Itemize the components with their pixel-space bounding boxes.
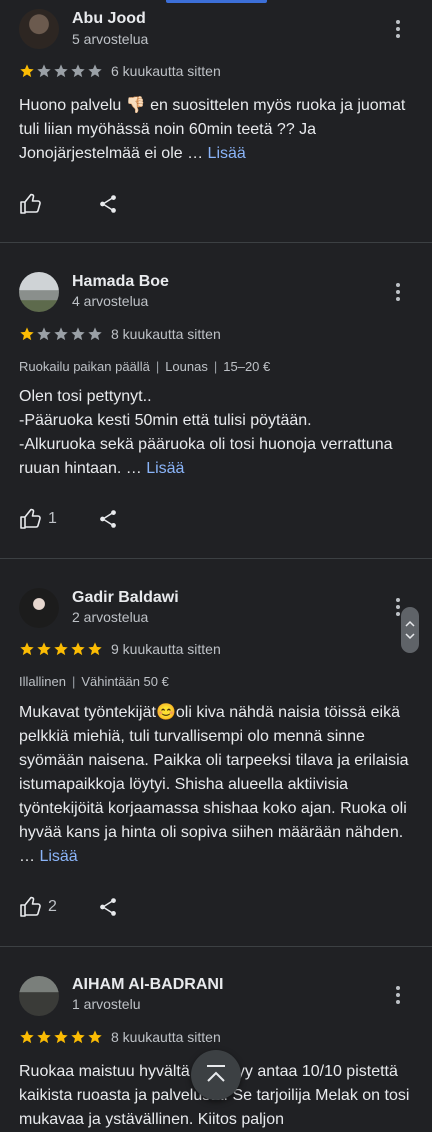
star-icon	[20, 642, 34, 656]
review-text: Huono palvelu 👎🏻 en suosittelen myös ruo…	[19, 94, 419, 166]
star-icon	[71, 327, 85, 341]
meta-separator: |	[213, 359, 218, 374]
divider	[0, 558, 432, 559]
avatar[interactable]	[19, 588, 59, 628]
star-icon	[88, 327, 102, 341]
scroll-to-top-button[interactable]	[191, 1050, 241, 1100]
meta-item: 15–20 €	[223, 359, 271, 374]
meta-item: Lounas	[165, 359, 208, 374]
share-icon[interactable]	[97, 896, 119, 918]
scroll-to-top-icon	[207, 1065, 225, 1082]
avatar[interactable]	[19, 9, 59, 49]
reviewer-name[interactable]: AIHAM Al-BADRANI	[72, 976, 223, 994]
review-text-body: Olen tosi pettynyt.. -Pääruoka kesti 50m…	[19, 388, 393, 477]
star-icon	[71, 1030, 85, 1044]
avatar[interactable]	[19, 272, 59, 312]
star-icon	[37, 327, 51, 341]
reviewer-review-count: 4 arvostelua	[72, 293, 149, 309]
reviewer-name[interactable]: Gadir Baldawi	[72, 589, 179, 607]
tab-indicator	[166, 0, 267, 3]
more-options-icon[interactable]	[390, 983, 406, 1007]
review-text: Olen tosi pettynyt.. -Pääruoka kesti 50m…	[19, 385, 419, 481]
read-more-link[interactable]: Lisää	[146, 460, 184, 477]
star-icon	[71, 64, 85, 78]
share-icon[interactable]	[97, 508, 119, 530]
star-rating	[19, 63, 103, 79]
star-icon	[71, 642, 85, 656]
more-options-icon[interactable]	[390, 280, 406, 304]
review-text: Mukavat työntekijät😊oli kiva nähdä naisi…	[19, 701, 419, 869]
star-icon	[20, 1030, 34, 1044]
avatar[interactable]	[19, 976, 59, 1016]
star-icon	[20, 64, 34, 78]
meta-separator: |	[155, 359, 160, 374]
more-options-icon[interactable]	[390, 17, 406, 41]
fast-scroll-handle[interactable]	[401, 607, 419, 653]
star-icon	[54, 327, 68, 341]
meta-item: Vähintään 50 €	[81, 674, 169, 689]
star-icon	[88, 64, 102, 78]
thumbs-up-icon[interactable]	[19, 192, 43, 216]
reviewer-review-count: 1 arvostelu	[72, 996, 141, 1012]
reviewer-name[interactable]: Abu Jood	[72, 10, 146, 28]
like-count: 1	[48, 510, 57, 527]
star-icon	[20, 327, 34, 341]
star-icon	[88, 642, 102, 656]
share-icon[interactable]	[97, 193, 119, 215]
review-date: 6 kuukautta sitten	[111, 63, 221, 79]
star-rating	[19, 1029, 103, 1045]
like-count: 2	[48, 898, 57, 915]
star-icon	[37, 642, 51, 656]
star-icon	[54, 64, 68, 78]
divider	[0, 946, 432, 947]
reviewer-name[interactable]: Hamada Boe	[72, 273, 169, 291]
reviewer-review-count: 2 arvostelua	[72, 609, 149, 625]
read-more-link[interactable]: Lisää	[208, 145, 246, 162]
review-meta: Illallinen | Vähintään 50 €	[19, 674, 169, 689]
thumbs-up-icon[interactable]	[19, 507, 43, 531]
divider	[0, 242, 432, 243]
review-meta: Ruokailu paikan päällä | Lounas | 15–20 €	[19, 359, 270, 374]
review-text-body: Mukavat työntekijät😊oli kiva nähdä naisi…	[19, 704, 409, 865]
star-icon	[37, 1030, 51, 1044]
star-icon	[37, 64, 51, 78]
meta-item: Ruokailu paikan päällä	[19, 359, 150, 374]
star-icon	[88, 1030, 102, 1044]
star-icon	[54, 642, 68, 656]
read-more-link[interactable]: Lisää	[39, 848, 77, 865]
meta-item: Illallinen	[19, 674, 66, 689]
star-rating	[19, 641, 103, 657]
review-date: 9 kuukautta sitten	[111, 641, 221, 657]
star-rating	[19, 326, 103, 342]
star-icon	[54, 1030, 68, 1044]
review-date: 8 kuukautta sitten	[111, 1029, 221, 1045]
review-date: 8 kuukautta sitten	[111, 326, 221, 342]
reviewer-review-count: 5 arvostelua	[72, 31, 149, 47]
thumbs-up-icon[interactable]	[19, 895, 43, 919]
meta-separator: |	[71, 674, 76, 689]
